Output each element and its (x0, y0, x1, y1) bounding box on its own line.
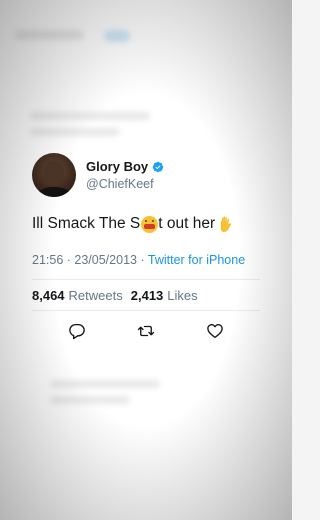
tweet-text: Ill Smack The S t out her (32, 214, 260, 234)
tweet-date: 23/05/2013 (74, 253, 137, 267)
display-name[interactable]: Glory Boy (86, 159, 148, 174)
screen: Glory Boy @ChiefKeef Ill Smack The S t o… (0, 0, 292, 520)
tweet-card: Glory Boy @ChiefKeef Ill Smack The S t o… (0, 150, 292, 351)
tweet-time: 21:56 (32, 253, 64, 267)
likes-count: 2,413 (130, 287, 164, 303)
emoji-censor-bar (144, 223, 156, 229)
blurred-line (30, 128, 120, 136)
blurred-line (30, 112, 150, 120)
raised-hand-emoji-icon (220, 216, 232, 232)
censored-face-emoji-icon (141, 215, 159, 233)
retweets-count: 8,464 (32, 287, 65, 303)
tweet-stats: 8,464 Retweets 2,413 Likes (32, 280, 260, 310)
tweet-header: Glory Boy @ChiefKeef (32, 150, 260, 200)
emoji-eye (152, 219, 155, 222)
likes-label: Likes (167, 287, 198, 303)
avatar[interactable] (32, 153, 76, 197)
blurred-line (50, 380, 160, 388)
tweet-source[interactable]: Twitter for iPhone (148, 253, 245, 267)
retweets-label: Retweets (68, 287, 123, 303)
retweets-stat[interactable]: 8,464 Retweets (32, 288, 123, 303)
blurred-header (14, 30, 84, 40)
tweet-meta: 21:56 · 23/05/2013 · Twitter for iPhone (32, 253, 260, 267)
likes-stat[interactable]: 2,413 Likes (131, 288, 198, 303)
meta-separator: · (140, 253, 148, 267)
blurred-badge (104, 30, 130, 42)
verified-badge-icon (152, 161, 164, 172)
tweet-actions (32, 311, 260, 351)
avatar-shirt (36, 187, 72, 197)
tweet-text-part2: t out her (158, 215, 216, 232)
heart-icon[interactable] (206, 322, 224, 340)
name-line: Glory Boy (86, 159, 164, 174)
emoji-eye (145, 219, 148, 222)
user-names: Glory Boy @ChiefKeef (86, 159, 164, 191)
reply-icon[interactable] (68, 322, 86, 340)
blurred-line (50, 396, 130, 404)
retweet-icon[interactable] (137, 322, 155, 340)
tweet-text-part1: Ill Smack The S (32, 215, 141, 232)
avatar-face (44, 161, 64, 185)
user-handle[interactable]: @ChiefKeef (86, 177, 164, 191)
